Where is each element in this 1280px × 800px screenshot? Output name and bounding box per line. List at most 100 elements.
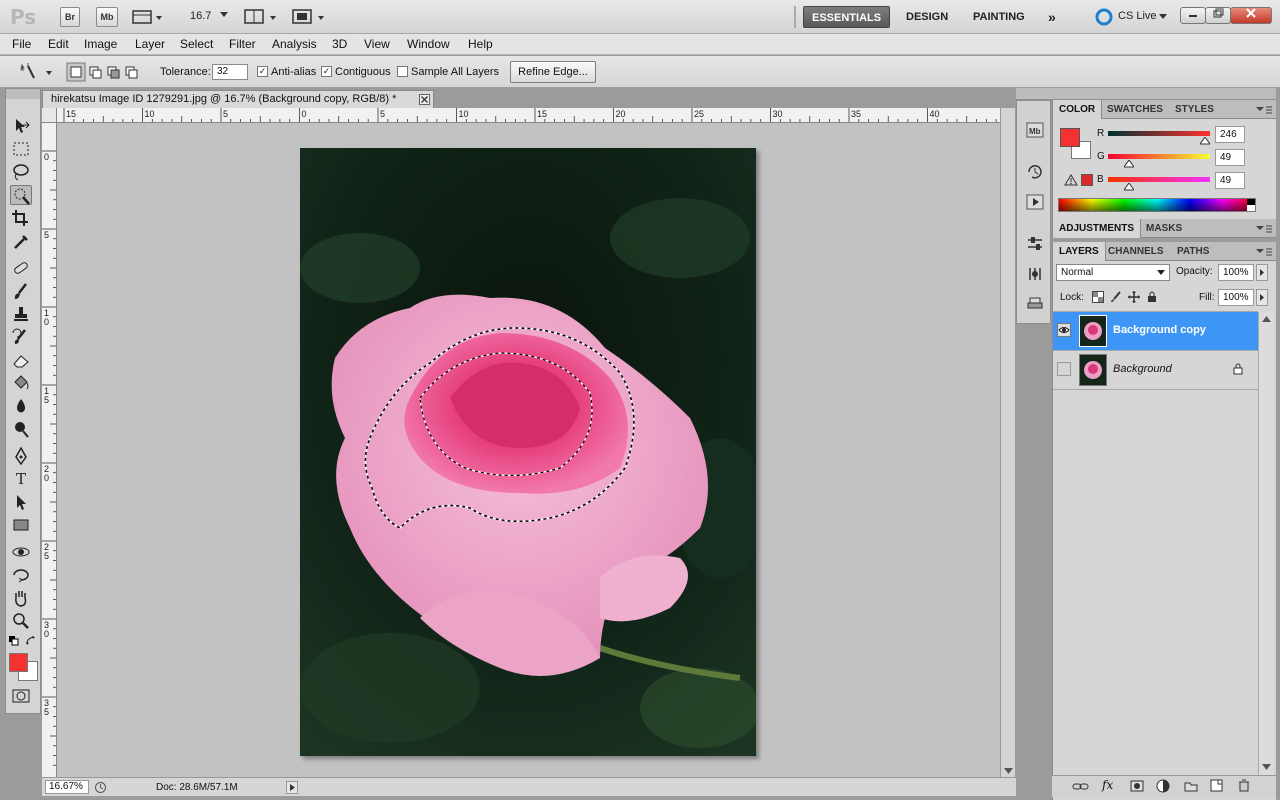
anti-alias-checkbox[interactable]: ✓	[257, 66, 268, 77]
tab-styles[interactable]: STYLES	[1169, 100, 1220, 119]
pen-tool-icon[interactable]	[10, 446, 32, 466]
new-group-icon[interactable]	[1184, 780, 1198, 795]
gamut-swatch[interactable]	[1081, 174, 1093, 186]
3d-rotate-tool-icon[interactable]	[10, 542, 32, 562]
zoom-tool-icon[interactable]	[10, 611, 32, 631]
tab-swatches[interactable]: SWATCHES	[1101, 100, 1169, 119]
zoom-field[interactable]: 16.67%	[45, 780, 89, 794]
mini-bridge-icon[interactable]: Mb	[1025, 121, 1045, 139]
status-menu-button[interactable]	[286, 781, 298, 794]
minimize-button[interactable]	[1180, 7, 1206, 24]
document-image[interactable]	[300, 148, 756, 756]
document-tab[interactable]: hirekatsu Image ID 1279291.jpg @ 16.7% (…	[42, 90, 434, 108]
workspace-essentials-button[interactable]: ESSENTIALS	[803, 6, 891, 28]
lock-all-icon[interactable]	[1146, 291, 1158, 306]
menu-analysis[interactable]: Analysis	[272, 37, 317, 51]
menu-3d[interactable]: 3D	[332, 37, 347, 51]
layers-icon[interactable]	[1025, 295, 1045, 313]
tool-preset-picker[interactable]	[14, 62, 54, 82]
panel-menu-icon[interactable]	[1256, 105, 1272, 117]
foreground-color-swatch[interactable]	[9, 653, 28, 672]
lock-image-icon[interactable]	[1110, 291, 1122, 306]
g-slider-handle[interactable]	[1123, 159, 1135, 171]
fill-slider-button[interactable]	[1256, 289, 1268, 306]
gamut-warning-icon[interactable]	[1064, 174, 1078, 189]
history-brush-tool-icon[interactable]	[10, 327, 32, 347]
workspace-painting-button[interactable]: PAINTING	[965, 6, 1033, 28]
opacity-slider-button[interactable]	[1256, 264, 1268, 281]
refine-edge-button[interactable]: Refine Edge...	[510, 61, 596, 83]
panel-menu-icon[interactable]	[1256, 224, 1272, 236]
lock-position-icon[interactable]	[1128, 291, 1140, 306]
ramp-black-white[interactable]	[1247, 199, 1255, 211]
tab-channels[interactable]: CHANNELS	[1102, 242, 1170, 261]
tab-layers[interactable]: LAYERS	[1052, 242, 1106, 261]
move-tool-icon[interactable]	[10, 116, 32, 136]
new-layer-icon[interactable]	[1210, 779, 1223, 795]
close-window-button[interactable]	[1230, 7, 1272, 24]
layers-scrollbar[interactable]	[1258, 312, 1273, 777]
path-selection-tool-icon[interactable]	[10, 492, 32, 512]
panel-menu-icon[interactable]	[1256, 247, 1272, 259]
menu-edit[interactable]: Edit	[48, 37, 69, 51]
lasso-tool-icon[interactable]	[10, 162, 32, 182]
link-layers-icon[interactable]	[1072, 780, 1090, 795]
panel-grip[interactable]	[6, 89, 40, 99]
layer-row[interactable]: Background	[1053, 351, 1258, 390]
visibility-toggle[interactable]	[1057, 362, 1071, 376]
blur-tool-icon[interactable]	[10, 396, 32, 416]
add-mask-icon[interactable]	[1130, 780, 1144, 795]
swap-colors-icon[interactable]	[26, 636, 36, 646]
layer-name[interactable]: Background copy	[1113, 324, 1206, 336]
b-slider-handle[interactable]	[1123, 182, 1135, 194]
r-value-field[interactable]: 246	[1215, 126, 1245, 143]
tab-color[interactable]: COLOR	[1052, 100, 1103, 119]
tolerance-input[interactable]: 32	[212, 64, 248, 80]
restore-button[interactable]	[1205, 7, 1231, 24]
bridge-button[interactable]: Br	[60, 7, 80, 27]
color-ramp[interactable]	[1058, 198, 1256, 212]
menu-filter[interactable]: Filter	[229, 37, 256, 51]
rectangle-tool-icon[interactable]	[10, 515, 32, 535]
delete-layer-icon[interactable]	[1238, 779, 1250, 795]
default-colors-icon[interactable]	[9, 636, 19, 646]
lock-transparent-icon[interactable]	[1092, 291, 1104, 306]
more-workspaces-button[interactable]: »	[1040, 6, 1064, 28]
r-slider[interactable]	[1108, 131, 1210, 136]
blend-mode-select[interactable]: Normal	[1056, 264, 1170, 281]
type-tool-icon[interactable]: T	[10, 469, 32, 489]
sample-all-layers-checkbox[interactable]	[397, 66, 408, 77]
eraser-tool-icon[interactable]	[10, 350, 32, 370]
layer-style-icon[interactable]: fx	[1102, 778, 1113, 792]
contiguous-checkbox[interactable]: ✓	[321, 66, 332, 77]
menu-layer[interactable]: Layer	[135, 37, 165, 51]
mini-bridge-button[interactable]: Mb	[96, 7, 118, 27]
color-foreground-swatch[interactable]	[1060, 128, 1080, 147]
g-value-field[interactable]: 49	[1215, 149, 1245, 166]
dodge-tool-icon[interactable]	[10, 419, 32, 439]
crop-tool-icon[interactable]	[10, 208, 32, 228]
menu-window[interactable]: Window	[407, 37, 450, 51]
tab-paths[interactable]: PATHS	[1171, 242, 1215, 261]
vertical-scrollbar[interactable]	[1000, 108, 1015, 777]
3d-orbit-tool-icon[interactable]	[10, 565, 32, 585]
tab-masks[interactable]: MASKS	[1140, 219, 1188, 238]
menu-view[interactable]: View	[364, 37, 390, 51]
selection-mode-buttons[interactable]	[66, 62, 142, 82]
fill-field[interactable]: 100%	[1218, 289, 1254, 306]
menu-image[interactable]: Image	[84, 37, 117, 51]
clone-stamp-tool-icon[interactable]	[10, 304, 32, 324]
spot-healing-brush-icon[interactable]	[10, 258, 32, 278]
opacity-field[interactable]: 100%	[1218, 264, 1254, 281]
panel-dock-header[interactable]	[1016, 88, 1276, 100]
adjustments-icon[interactable]	[1025, 235, 1045, 253]
ruler-origin[interactable]	[42, 108, 57, 123]
tab-adjustments[interactable]: ADJUSTMENTS	[1052, 219, 1142, 238]
layer-name[interactable]: Background	[1113, 363, 1172, 375]
menu-file[interactable]: File	[12, 37, 31, 51]
quick-mask-icon[interactable]	[10, 686, 32, 706]
menu-help[interactable]: Help	[468, 37, 493, 51]
view-extras-button[interactable]	[132, 8, 162, 26]
r-slider-handle[interactable]	[1199, 136, 1211, 148]
status-info-icon[interactable]	[94, 781, 107, 794]
